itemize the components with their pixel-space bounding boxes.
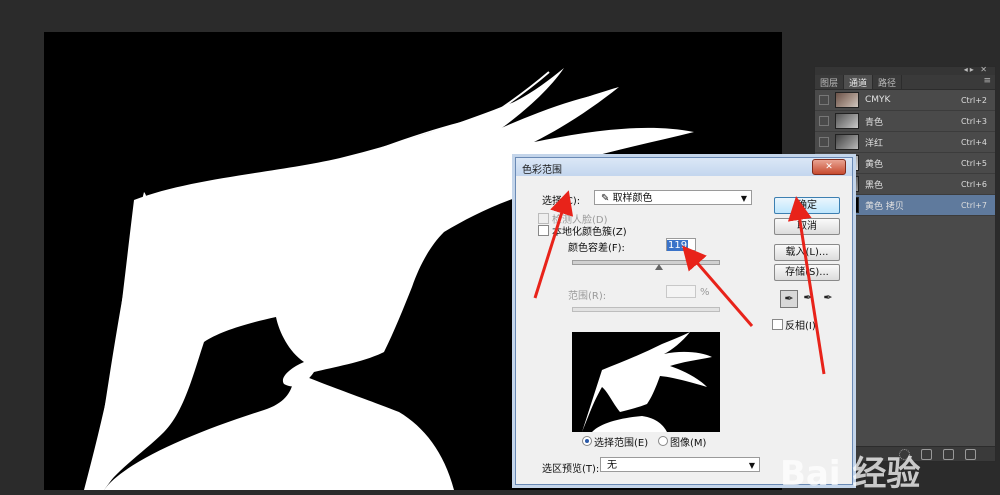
eyedropper-plus-icon[interactable]: ✒ <box>800 290 816 306</box>
cancel-button[interactable]: 取消 <box>774 218 840 235</box>
eyedropper-minus-icon[interactable]: ✒ <box>820 290 836 306</box>
load-button[interactable]: 载入(L)... <box>774 244 840 261</box>
channel-shortcut: Ctrl+6 <box>960 179 987 189</box>
channel-shortcut: Ctrl+7 <box>960 200 987 210</box>
channel-thumbnail <box>835 92 859 108</box>
visibility-icon[interactable] <box>819 137 829 147</box>
radio-selection[interactable] <box>582 436 592 446</box>
radio-image-label: 图像(M) <box>670 438 707 449</box>
preview-silhouette <box>582 332 712 432</box>
save-button[interactable]: 存储(S)... <box>774 264 840 281</box>
close-icon[interactable]: ✕ <box>812 159 846 175</box>
panel-tabs: 图层 通道 路径 ≡ <box>815 75 995 90</box>
selection-preview-label: 选区预览(T): <box>542 464 600 475</box>
range-label: 范围(R): <box>568 291 607 302</box>
panel-header: ◂▸ ✕ <box>815 65 995 75</box>
channel-shortcut: Ctrl+5 <box>960 158 987 168</box>
range-input[interactable] <box>666 285 696 298</box>
fuzziness-slider-thumb[interactable] <box>655 264 663 270</box>
select-dropdown[interactable]: ✎ 取样颜色 ▼ <box>594 190 752 205</box>
visibility-icon[interactable] <box>819 116 829 126</box>
channel-shortcut: Ctrl+4 <box>960 137 987 147</box>
channel-name: 黄色 拷贝 <box>865 201 904 212</box>
tab-paths[interactable]: 路径 <box>873 75 903 89</box>
channel-thumbnail <box>835 134 859 150</box>
dialog-title: 色彩范围 <box>522 165 562 176</box>
radio-image[interactable] <box>658 436 668 446</box>
channel-row-cyan[interactable]: 青色 Ctrl+3 <box>815 111 995 132</box>
invert-label: 反相(I) <box>785 321 816 332</box>
selection-preview-value: 无 <box>607 460 617 471</box>
save-selection-icon[interactable] <box>921 449 932 460</box>
new-channel-icon[interactable] <box>943 449 954 460</box>
channel-name: 洋红 <box>865 138 884 149</box>
range-slider[interactable] <box>572 307 720 312</box>
channel-name: 黑色 <box>865 180 884 191</box>
channel-thumbnail <box>835 113 859 129</box>
localized-clusters-label: 本地化颜色簇(Z) <box>552 227 627 238</box>
channel-row-magenta[interactable]: 洋红 Ctrl+4 <box>815 132 995 153</box>
eyedropper-icon[interactable]: ✒ <box>780 290 798 308</box>
selection-preview-dropdown[interactable]: 无 ▼ <box>600 457 760 472</box>
detect-faces-checkbox[interactable] <box>538 213 549 224</box>
fuzziness-slider[interactable] <box>572 260 720 265</box>
channel-shortcut: Ctrl+2 <box>960 95 987 105</box>
fuzziness-value: 119 <box>667 240 689 251</box>
chevron-down-icon: ▼ <box>748 461 755 470</box>
dialog-titlebar: 色彩范围 ✕ <box>516 158 852 176</box>
radio-selection-label: 选择范围(E) <box>594 438 649 449</box>
channel-name: 青色 <box>865 117 884 128</box>
color-range-dialog: 色彩范围 ✕ 选择(C): ✎ 取样颜色 ▼ 检测人脸(D) 本地化颜色簇(Z) … <box>515 157 853 485</box>
selection-preview-thumbnail <box>572 332 720 432</box>
trash-icon[interactable] <box>965 449 976 460</box>
select-value: 取样颜色 <box>612 193 653 204</box>
tab-channels[interactable]: 通道 <box>844 75 874 89</box>
localized-clusters-checkbox[interactable] <box>538 225 549 236</box>
panel-collapse-icon[interactable]: ◂▸ ✕ <box>964 65 989 74</box>
channel-shortcut: Ctrl+3 <box>960 116 987 126</box>
range-unit: % <box>700 287 710 298</box>
channel-row-cmyk[interactable]: CMYK Ctrl+2 <box>815 90 995 111</box>
chevron-down-icon: ▼ <box>740 194 747 203</box>
eyedropper-small-icon: ✎ <box>601 193 613 204</box>
panel-menu-icon[interactable]: ≡ <box>979 75 995 89</box>
visibility-icon[interactable] <box>819 95 829 105</box>
baidu-watermark: Bai 经验 <box>780 454 921 494</box>
select-label: 选择(C): <box>542 196 581 207</box>
invert-checkbox[interactable] <box>772 319 783 330</box>
ok-button[interactable]: 确定 <box>774 197 840 214</box>
fuzziness-label: 颜色容差(F): <box>568 243 625 254</box>
channel-name: 黄色 <box>865 159 884 170</box>
fuzziness-input[interactable]: 119 <box>666 238 696 251</box>
channel-name: CMYK <box>865 95 891 105</box>
tab-layers[interactable]: 图层 <box>815 75 845 89</box>
